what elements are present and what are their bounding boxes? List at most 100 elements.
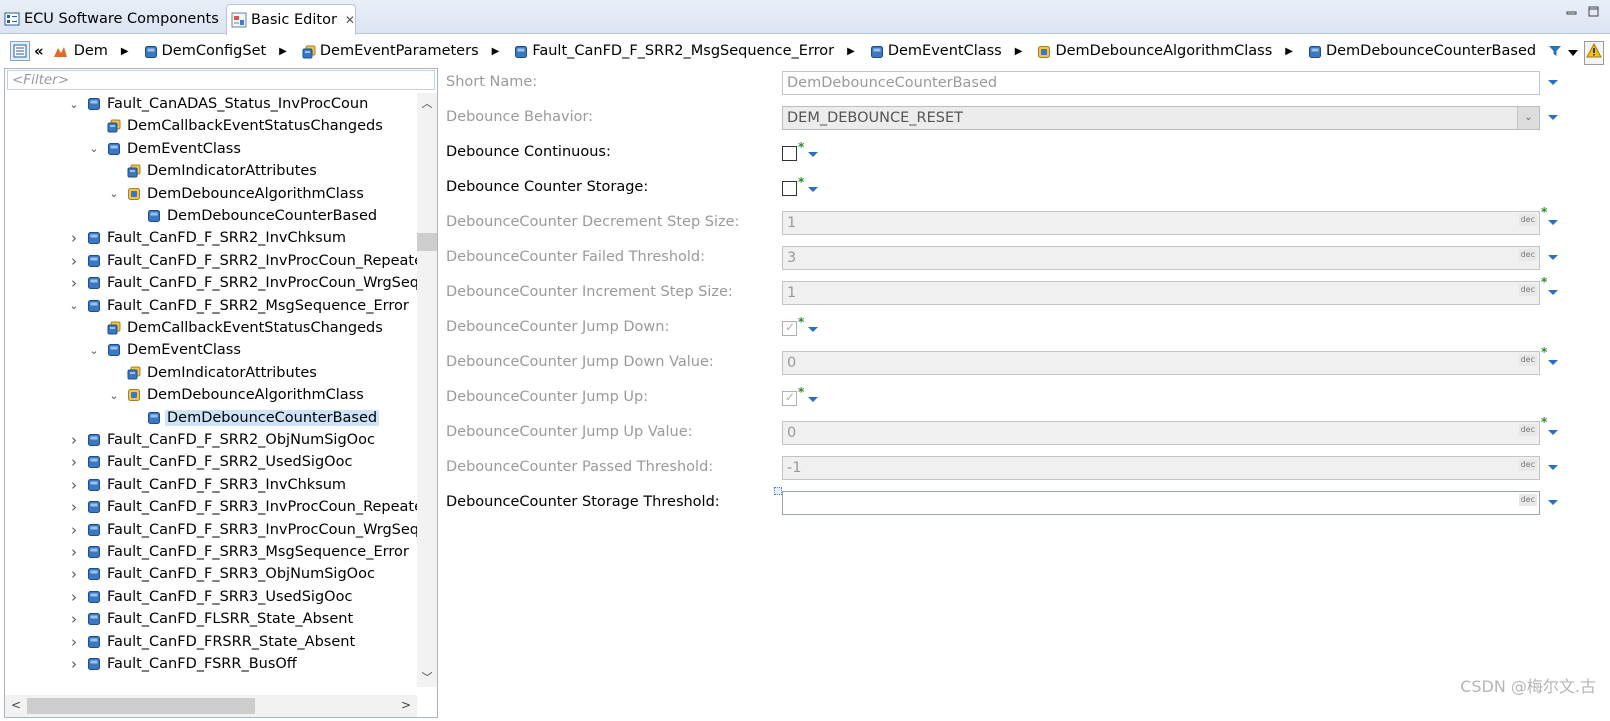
parameter-combobox[interactable]: DEM_DEBOUNCE_RESET ⌄ (782, 106, 1540, 130)
tree-item[interactable]: ⌄ DemEventClass (87, 138, 241, 160)
tree-horizontal-scrollbar[interactable]: < > (5, 695, 417, 717)
scroll-up-icon[interactable]: ︿ (417, 95, 437, 111)
close-icon[interactable]: ✕ (345, 13, 355, 27)
breadcrumb-item[interactable]: Dem (50, 43, 108, 59)
parameter-menu-icon[interactable] (1548, 80, 1558, 85)
parameter-menu-icon[interactable] (1548, 290, 1558, 295)
parameter-menu-icon[interactable] (1548, 360, 1558, 365)
tree-item[interactable]: ⌄ DemEventClass (87, 339, 241, 361)
tree-item[interactable]: › Fault_CanFD_F_SRR3_InvProcCoun_WrgSeq (67, 519, 419, 541)
back-history-icon[interactable]: « (34, 42, 44, 60)
chevron-right-icon[interactable]: › (67, 633, 81, 651)
tree-item[interactable]: › Fault_CanFD_FRSRR_State_Absent (67, 631, 355, 653)
chevron-right-icon[interactable]: › (67, 476, 81, 494)
tab-ecu-software-components[interactable]: ECU Software Components (0, 4, 222, 34)
breadcrumb-item[interactable]: DemDebounceAlgorithmClass (1035, 43, 1272, 59)
breadcrumb-item[interactable]: DemEventParameters (300, 43, 479, 59)
scroll-right-icon[interactable]: > (401, 698, 411, 712)
chevron-right-icon[interactable]: › (67, 453, 81, 471)
chevron-down-icon[interactable]: ⌄ (67, 98, 81, 111)
chevron-right-icon[interactable]: › (67, 431, 81, 449)
tree-item[interactable]: › Fault_CanFD_F_SRR3_InvProcCoun_Repeated (67, 496, 432, 518)
tree-item[interactable]: › Fault_CanFD_F_SRR3_UsedSigOoc (67, 586, 352, 608)
breadcrumb-separator-icon[interactable]: ▶ (492, 46, 500, 57)
tree-item[interactable]: DemCallbackEventStatusChangeds (87, 317, 383, 339)
tree-item[interactable]: DemDebounceCounterBased (127, 407, 380, 429)
tree-item[interactable]: › Fault_CanFD_FSRR_BusOff (67, 653, 297, 675)
chevron-down-icon[interactable]: ⌄ (107, 187, 121, 200)
tree-item[interactable]: DemDebounceCounterBased (127, 205, 377, 227)
breadcrumb-separator-icon[interactable]: ▶ (121, 46, 129, 57)
parameter-checkbox[interactable] (782, 181, 797, 196)
chevron-right-icon[interactable]: › (67, 274, 81, 292)
tree-item[interactable]: › Fault_CanFD_F_SRR2_ObjNumSigOoc (67, 429, 375, 451)
chevron-right-icon[interactable]: › (67, 498, 81, 516)
parameter-checkbox[interactable] (782, 146, 797, 161)
parameter-input[interactable]: 0 dec (782, 351, 1540, 375)
outline-toggle-icon[interactable] (10, 41, 30, 61)
chevron-down-icon[interactable]: ⌄ (67, 299, 81, 312)
maximize-icon[interactable] (1588, 6, 1600, 21)
view-menu-icon[interactable] (1568, 45, 1578, 61)
breadcrumb-separator-icon[interactable]: ▶ (847, 46, 855, 57)
minimize-icon[interactable] (1566, 6, 1578, 19)
tab-basic-editor[interactable]: Basic Editor ✕ (226, 4, 356, 35)
breadcrumb-item[interactable]: DemEventClass (868, 43, 1002, 59)
warning-icon[interactable] (1584, 41, 1604, 65)
filter-icon[interactable] (1548, 44, 1562, 62)
parameter-menu-icon[interactable] (1548, 255, 1558, 260)
parameter-checkbox[interactable]: ✓ (782, 390, 797, 406)
number-format-badge[interactable]: dec (1518, 284, 1537, 296)
breadcrumb-separator-icon[interactable]: ▶ (1285, 46, 1293, 57)
number-format-badge[interactable]: dec (1518, 494, 1537, 506)
tree-item[interactable]: ⌄ DemDebounceAlgorithmClass (107, 183, 363, 205)
chevron-right-icon[interactable]: › (67, 610, 81, 628)
parameter-input[interactable]: DemDebounceCounterBased (782, 71, 1540, 95)
tree-item[interactable]: ⌄ DemDebounceAlgorithmClass (107, 384, 363, 406)
breadcrumb-item[interactable]: Fault_CanFD_F_SRR2_MsgSequence_Error (512, 43, 834, 59)
chevron-down-icon[interactable]: ⌄ (87, 344, 101, 357)
scroll-down-icon[interactable]: ﹀ (417, 669, 437, 685)
parameter-menu-icon[interactable] (1548, 220, 1558, 225)
breadcrumb-separator-icon[interactable]: ▶ (279, 46, 287, 57)
tree-item[interactable]: › Fault_CanFD_F_SRR3_ObjNumSigOoc (67, 563, 375, 585)
breadcrumb-item[interactable]: DemConfigSet (142, 43, 266, 59)
scroll-thumb[interactable] (27, 698, 255, 714)
parameter-input[interactable]: 1 dec (782, 211, 1540, 235)
parameter-menu-icon[interactable] (808, 187, 818, 192)
breadcrumb-separator-icon[interactable]: ▶ (1015, 46, 1023, 57)
tree-item[interactable]: ⌄ Fault_CanFD_F_SRR2_MsgSequence_Error (67, 295, 408, 317)
chevron-right-icon[interactable]: › (67, 655, 81, 673)
parameter-checkbox[interactable]: ✓ (782, 320, 797, 336)
scroll-thumb[interactable] (417, 233, 437, 251)
chevron-right-icon[interactable]: › (67, 565, 81, 583)
chevron-right-icon[interactable]: › (67, 521, 81, 539)
tree-item[interactable]: DemIndicatorAttributes (107, 160, 317, 182)
parameter-menu-icon[interactable] (808, 397, 818, 402)
number-format-badge[interactable]: dec (1518, 459, 1537, 471)
parameter-menu-icon[interactable] (1548, 500, 1558, 505)
number-format-badge[interactable]: dec (1518, 214, 1537, 226)
breadcrumb-item[interactable]: DemDebounceCounterBased (1306, 43, 1536, 59)
filter-input[interactable]: <Filter> (7, 70, 435, 90)
number-format-badge[interactable]: dec (1518, 424, 1537, 436)
tree-item[interactable]: ⌄ Fault_CanADAS_Status_InvProcCoun (67, 93, 368, 115)
chevron-down-icon[interactable]: ⌄ (87, 142, 101, 155)
tree-item[interactable]: › Fault_CanFD_F_SRR2_InvProcCoun_WrgSeq (67, 272, 419, 294)
chevron-right-icon[interactable]: › (67, 588, 81, 606)
number-format-badge[interactable]: dec (1518, 354, 1537, 366)
tree-vertical-scrollbar[interactable]: ︿ ﹀ (417, 93, 437, 687)
tree-item[interactable]: › Fault_CanFD_F_SRR2_UsedSigOoc (67, 451, 352, 473)
tree-item[interactable]: › Fault_CanFD_F_SRR2_InvProcCoun_Repeated (67, 250, 432, 272)
tree-item[interactable]: › Fault_CanFD_F_SRR3_MsgSequence_Error (67, 541, 409, 563)
tree-item[interactable]: › Fault_CanFD_FLSRR_State_Absent (67, 608, 353, 630)
parameter-input[interactable]: 1 dec (782, 281, 1540, 305)
tree-item[interactable]: DemCallbackEventStatusChangeds (87, 115, 383, 137)
tree-item[interactable]: › Fault_CanFD_F_SRR2_InvChksum (67, 227, 346, 249)
parameter-menu-icon[interactable] (808, 327, 818, 332)
chevron-right-icon[interactable]: › (67, 252, 81, 270)
parameter-input[interactable]: dec (782, 491, 1540, 515)
parameter-input[interactable]: 0 dec (782, 421, 1540, 445)
number-format-badge[interactable]: dec (1518, 249, 1537, 261)
chevron-down-icon[interactable]: ⌄ (107, 389, 121, 402)
